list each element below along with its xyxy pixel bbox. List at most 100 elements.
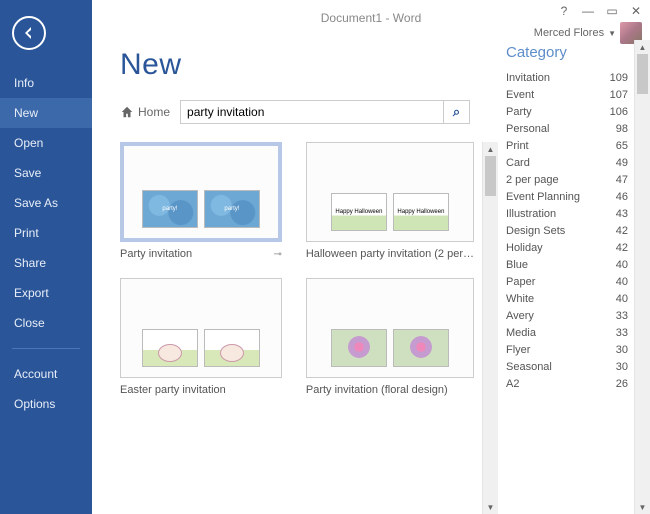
user-account[interactable]: Merced Flores ▼: [534, 22, 642, 44]
sidebar-item-export[interactable]: Export: [0, 278, 92, 308]
category-count: 49: [616, 157, 628, 169]
template-item[interactable]: party!party! Party invitation ⊸: [120, 142, 282, 260]
template-label: Easter party invitation: [120, 384, 282, 396]
category-count: 109: [610, 72, 628, 84]
sidebar-item-save[interactable]: Save: [0, 158, 92, 188]
arrow-left-icon: [21, 25, 37, 41]
category-name: Design Sets: [506, 225, 565, 237]
titlebar: Document1 - Word ? — ▭ ✕ Merced Flores ▼: [92, 0, 650, 36]
scroll-down-icon[interactable]: ▼: [635, 500, 650, 514]
category-count: 40: [616, 259, 628, 271]
scroll-down-icon[interactable]: ▼: [483, 500, 498, 514]
home-breadcrumb[interactable]: Home: [120, 105, 170, 119]
sidebar-item-info[interactable]: Info: [0, 68, 92, 98]
template-item[interactable]: Party invitation (floral design): [306, 278, 474, 396]
category-name: Holiday: [506, 242, 543, 254]
category-row[interactable]: Card 49: [506, 154, 632, 171]
category-name: Seasonal: [506, 361, 552, 373]
category-count: 98: [616, 123, 628, 135]
templates-scrollbar[interactable]: ▲ ▼: [482, 142, 498, 514]
category-name: Illustration: [506, 208, 556, 220]
category-row[interactable]: Party106: [506, 103, 632, 120]
category-name: Event Planning: [506, 191, 580, 203]
category-name: Event: [506, 89, 534, 101]
category-title: Category: [506, 44, 632, 61]
template-thumbnail: party!party!: [120, 142, 282, 242]
category-row[interactable]: Holiday42: [506, 239, 632, 256]
category-row[interactable]: Paper 40: [506, 273, 632, 290]
scroll-up-icon[interactable]: ▲: [483, 142, 498, 156]
restore-button[interactable]: ▭: [604, 4, 620, 18]
category-name: Paper: [506, 276, 535, 288]
category-count: 42: [616, 225, 628, 237]
categories-scrollbar[interactable]: ▲ ▼: [634, 40, 650, 514]
category-row[interactable]: Event 107: [506, 86, 632, 103]
category-count: 65: [616, 140, 628, 152]
search-button[interactable]: ⌕: [443, 101, 469, 123]
template-label: Halloween party invitation (2 per…: [306, 248, 474, 260]
category-row[interactable]: A226: [506, 375, 632, 392]
search-input[interactable]: [181, 101, 443, 123]
search-box: ⌕: [180, 100, 470, 124]
back-button[interactable]: [12, 16, 46, 50]
template-thumbnail: [306, 278, 474, 378]
sidebar-item-open[interactable]: Open: [0, 128, 92, 158]
category-row[interactable]: Invitation 109: [506, 69, 632, 86]
category-name: Personal: [506, 123, 549, 135]
category-row[interactable]: 2 per page47: [506, 171, 632, 188]
category-row[interactable]: Event Planning 46: [506, 188, 632, 205]
category-name: Avery: [506, 310, 534, 322]
template-item[interactable]: Easter party invitation: [120, 278, 282, 396]
category-name: Print: [506, 140, 529, 152]
minimize-button[interactable]: —: [580, 4, 596, 18]
category-name: White: [506, 293, 534, 305]
category-name: Invitation: [506, 72, 550, 84]
category-count: 46: [616, 191, 628, 203]
caret-down-icon: ▼: [608, 29, 616, 38]
scroll-thumb[interactable]: [485, 156, 496, 196]
scroll-up-icon[interactable]: ▲: [635, 40, 650, 54]
scroll-thumb[interactable]: [637, 54, 648, 94]
template-label: Party invitation: [120, 248, 269, 260]
category-row[interactable]: Illustration43: [506, 205, 632, 222]
template-label: Party invitation (floral design): [306, 384, 474, 396]
category-name: Card: [506, 157, 530, 169]
close-button[interactable]: ✕: [628, 4, 644, 18]
category-row[interactable]: Seasonal 30: [506, 358, 632, 375]
category-count: 107: [610, 89, 628, 101]
template-grid: party!party! Party invitation ⊸ Happy Hallo…: [120, 142, 482, 514]
sidebar-item-save-as[interactable]: Save As: [0, 188, 92, 218]
category-row[interactable]: Flyer30: [506, 341, 632, 358]
category-count: 30: [616, 361, 628, 373]
category-row[interactable]: Personal 98: [506, 120, 632, 137]
category-count: 33: [616, 310, 628, 322]
sidebar-item-new[interactable]: New: [0, 98, 92, 128]
pin-icon[interactable]: ⊸: [273, 249, 281, 260]
category-row[interactable]: Avery 33: [506, 307, 632, 324]
category-row[interactable]: Print 65: [506, 137, 632, 154]
category-name: Media: [506, 327, 536, 339]
category-panel: Category Invitation109Event107Party106Pe…: [498, 40, 634, 514]
template-item[interactable]: Happy HalloweenHappy Halloween Halloween …: [306, 142, 474, 260]
sidebar-item-share[interactable]: Share: [0, 248, 92, 278]
search-icon: ⌕: [453, 104, 460, 120]
category-row[interactable]: Design Sets 42: [506, 222, 632, 239]
category-row[interactable]: White 40: [506, 290, 632, 307]
template-thumbnail: Happy HalloweenHappy Halloween: [306, 142, 474, 242]
category-name: A2: [506, 378, 519, 390]
category-row[interactable]: Media33: [506, 324, 632, 341]
sidebar-item-close[interactable]: Close: [0, 308, 92, 338]
main-area: Document1 - Word ? — ▭ ✕ Merced Flores ▼…: [92, 0, 650, 514]
sidebar-item-options[interactable]: Options: [0, 389, 92, 419]
template-thumbnail: [120, 278, 282, 378]
sidebar-item-print[interactable]: Print: [0, 218, 92, 248]
category-name: 2 per page: [506, 174, 559, 186]
category-count: 40: [616, 276, 628, 288]
sidebar-item-account[interactable]: Account: [0, 359, 92, 389]
category-row[interactable]: Blue40: [506, 256, 632, 273]
category-count: 30: [616, 344, 628, 356]
category-count: 40: [616, 293, 628, 305]
help-button[interactable]: ?: [556, 4, 572, 18]
category-name: Party: [506, 106, 532, 118]
home-icon: [120, 105, 134, 119]
